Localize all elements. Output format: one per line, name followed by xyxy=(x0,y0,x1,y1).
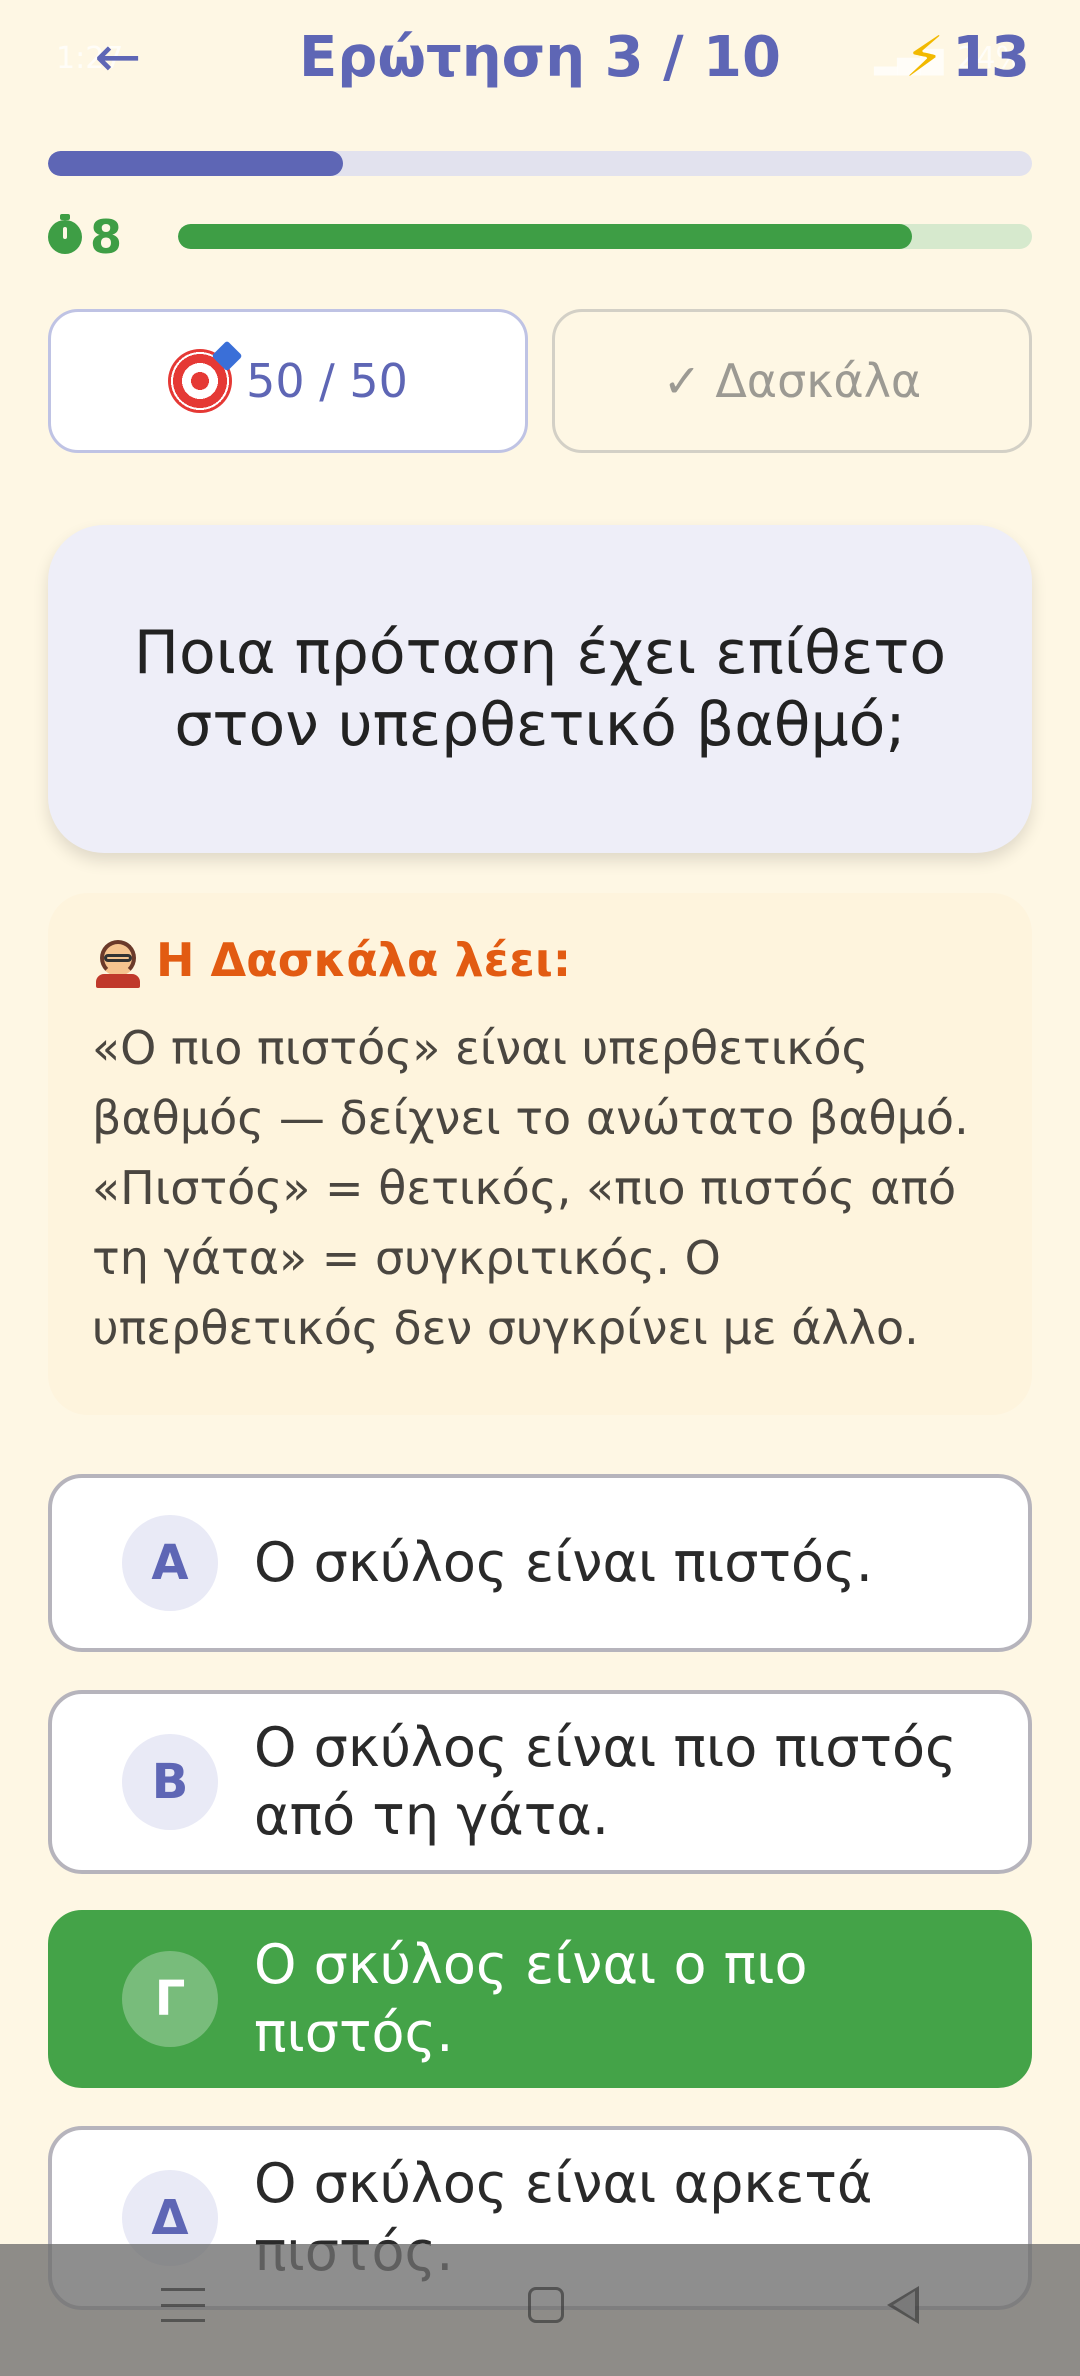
timer-seconds: 8 xyxy=(90,210,123,264)
teacher-hint-box: Η Δασκάλα λέει: «Ο πιο πιστός» είναι υπε… xyxy=(48,893,1032,1415)
quiz-screen: 1:27 ▂▄▆ 24% ← Ερώτηση 3 / 10 ⚡ 13 8 50 … xyxy=(0,0,1080,2376)
checkmark-icon: ✓ xyxy=(662,354,702,408)
fifty-fifty-button[interactable]: 50 / 50 xyxy=(48,309,528,453)
question-progress-fill xyxy=(48,151,344,176)
answer-letter-badge: Α xyxy=(122,1515,218,1611)
back-triangle-icon[interactable] xyxy=(886,2286,919,2324)
ask-teacher-label: Δασκάλα xyxy=(715,354,922,408)
home-icon[interactable] xyxy=(527,2287,564,2323)
teacher-icon xyxy=(92,934,144,988)
answer-text: Ο σκύλος είναι πιστός. xyxy=(254,1531,873,1594)
answer-letter-badge: Β xyxy=(122,1734,218,1830)
target-icon xyxy=(168,349,233,413)
answer-option-c-correct[interactable]: Γ Ο σκύλος είναι ο πιο πιστός. xyxy=(48,1910,1032,2088)
lightning-icon: ⚡ xyxy=(904,25,945,90)
fifty-fifty-label: 50 / 50 xyxy=(246,354,408,408)
hint-title: Η Δασκάλα λέει: xyxy=(156,933,572,987)
hint-text: «Ο πιο πιστός» είναι υπερθετικός βαθμός … xyxy=(92,1021,969,1355)
answer-letter-badge: Γ xyxy=(122,1951,218,2047)
question-card: Ποια πρόταση έχει επίθετο στον υπερθετικ… xyxy=(48,525,1032,853)
streak-counter: ⚡ 13 xyxy=(905,22,1030,94)
timer-bar-fill xyxy=(178,224,913,249)
system-navigation-bar xyxy=(0,2244,1080,2376)
stopwatch-icon xyxy=(48,214,82,254)
question-text: Ποια πρόταση έχει επίθετο στον υπερθετικ… xyxy=(133,618,947,760)
timer-bar xyxy=(178,224,1032,249)
answer-option-a[interactable]: Α Ο σκύλος είναι πιστός. xyxy=(48,1474,1032,1652)
question-progress-bar xyxy=(48,151,1032,176)
answer-text: Ο σκύλος είναι ο πιο πιστός. xyxy=(254,1933,808,2064)
answer-text: Ο σκύλος είναι πιο πιστός από τη γάτα. xyxy=(254,1716,957,1847)
recent-apps-icon[interactable] xyxy=(161,2288,206,2322)
ask-teacher-button[interactable]: ✓ Δασκάλα xyxy=(552,309,1032,453)
answer-option-b[interactable]: Β Ο σκύλος είναι πιο πιστός από τη γάτα. xyxy=(48,1690,1032,1874)
timer: 8 xyxy=(48,210,122,264)
streak-count: 13 xyxy=(952,25,1030,90)
